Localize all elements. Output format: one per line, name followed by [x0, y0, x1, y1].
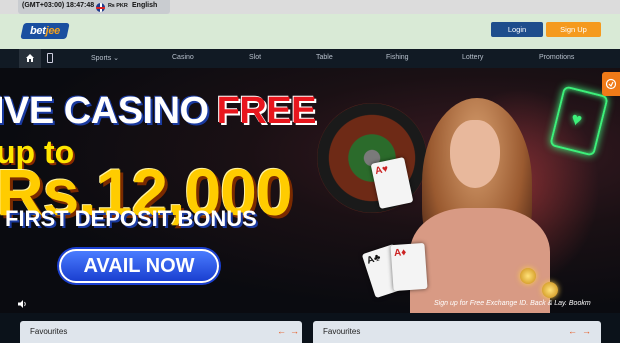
arrow-right-icon[interactable]: → — [290, 326, 303, 336]
dealer-body — [410, 208, 550, 313]
signup-button[interactable]: Sign Up — [546, 22, 601, 37]
nav-item-lottery[interactable]: Lottery — [462, 54, 483, 61]
favourites-section: Favourites ← → Favourites ← → — [0, 313, 620, 343]
side-promo-tab[interactable] — [602, 72, 620, 96]
speaker-icon[interactable] — [18, 300, 28, 308]
login-button[interactable]: Login — [491, 22, 543, 37]
uk-flag-icon[interactable] — [96, 3, 105, 12]
currency-label[interactable]: ₨ PKR — [108, 3, 128, 9]
coin-image — [542, 282, 558, 298]
dealer-face — [450, 120, 500, 188]
coin-image — [520, 268, 536, 284]
nav-item-slot[interactable]: Slot — [249, 54, 261, 61]
site-logo[interactable]: betjee — [20, 23, 70, 39]
nav-item-promotions[interactable]: Promotions — [539, 54, 574, 61]
nav-item-casino[interactable]: Casino — [172, 54, 194, 61]
language-selector[interactable]: English — [132, 2, 157, 9]
clock-text: (GMT+03:00) 18:47:48 — [22, 2, 95, 9]
logo-text: betjee — [22, 23, 68, 39]
arrow-left-icon[interactable]: ← — [277, 326, 290, 336]
nav-item-sports[interactable]: Sports ⌄ — [91, 54, 119, 62]
nav-item-table[interactable]: Table — [316, 54, 333, 61]
mobile-icon[interactable] — [47, 53, 53, 63]
arrow-left-icon[interactable]: ← — [568, 326, 581, 336]
favourites-panel: Favourites ← → — [313, 321, 601, 343]
arrow-right-icon[interactable]: → — [582, 326, 595, 336]
banner-headline-1-white: IVE CASINO — [0, 90, 209, 132]
home-icon — [26, 54, 34, 62]
favourites-title: Favourites — [323, 327, 361, 336]
nav-item-fishing[interactable]: Fishing — [386, 54, 409, 61]
avail-now-button[interactable]: AVAIL NOW — [59, 249, 219, 283]
logo-text-part2: jee — [45, 25, 60, 37]
announcement-ticker: Sign up for Free Exchange ID. Back & Lay… — [434, 300, 591, 307]
playing-card: A♦ — [390, 242, 428, 292]
main-nav: Sports ⌄ Casino Slot Table Fishing Lotte… — [0, 49, 620, 68]
promo-banner[interactable]: A♥ A♣ A♦ ♥ IVE CASINO FREE up to Rs.12,00… — [0, 68, 620, 313]
favourites-panel: Favourites ← → — [20, 321, 302, 343]
top-bar: (GMT+03:00) 18:47:48 ₨ PKR English — [0, 0, 620, 14]
banner-headline-1: IVE CASINO FREE — [0, 90, 316, 133]
nav-home[interactable] — [19, 49, 41, 68]
banner-bonus-text: FIRST DEPOSIT BONUS — [5, 206, 257, 231]
gift-icon — [605, 78, 617, 90]
banner-headline-1-red: FREE — [216, 90, 317, 132]
logo-text-part1: bet — [29, 25, 46, 37]
favourites-title: Favourites — [30, 327, 68, 336]
